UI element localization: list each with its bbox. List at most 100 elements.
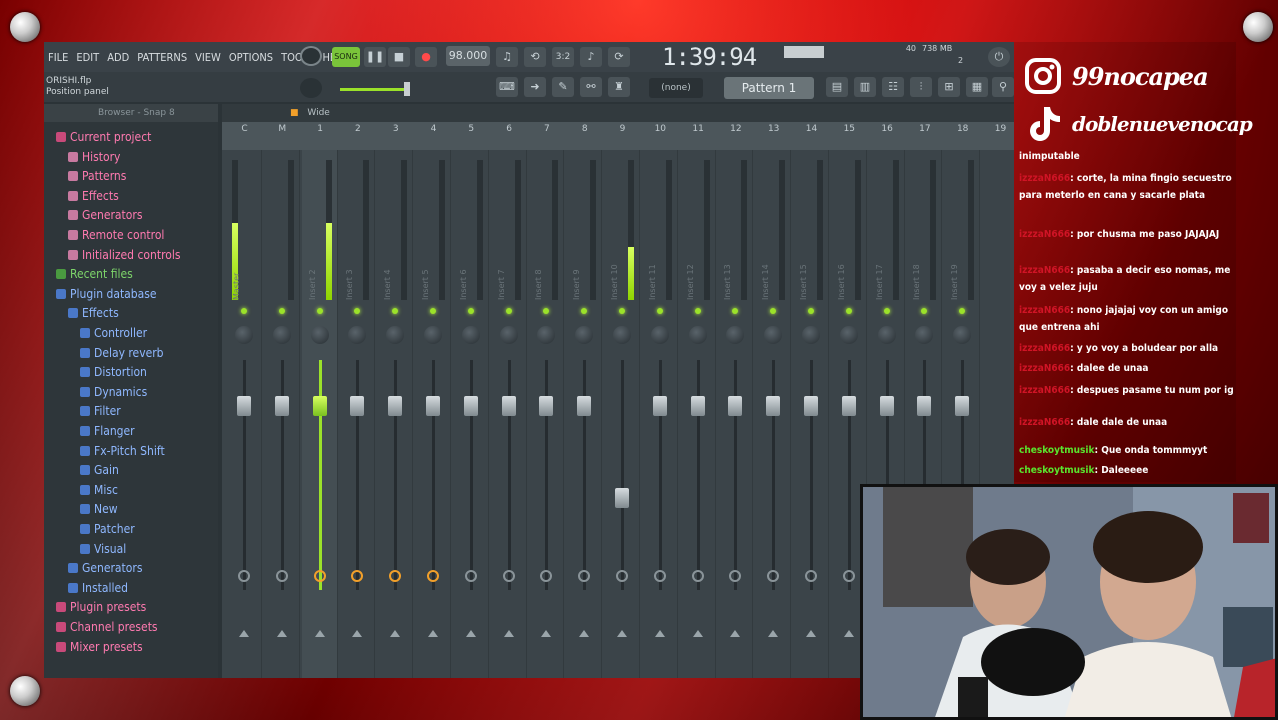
send-arrow-icon[interactable] xyxy=(806,630,816,637)
send-arrow-icon[interactable] xyxy=(276,630,287,637)
mixer-track[interactable]: Master xyxy=(226,150,262,678)
browser-item-new[interactable]: New xyxy=(80,500,118,518)
snap-selector[interactable]: (none) xyxy=(649,78,703,98)
track-enable-led[interactable] xyxy=(808,308,814,314)
browser-item-misc[interactable]: Misc xyxy=(80,481,118,499)
route-icon[interactable] xyxy=(540,570,553,582)
volume-fader[interactable] xyxy=(804,396,818,416)
mixer-track[interactable]: Insert 3 xyxy=(339,150,376,678)
pan-knob[interactable] xyxy=(386,326,405,344)
mixer-track[interactable]: Insert 4 xyxy=(377,150,414,678)
volume-fader[interactable] xyxy=(766,396,781,416)
volume-fader[interactable] xyxy=(426,396,440,416)
track-enable-led[interactable] xyxy=(694,308,701,314)
pan-knob[interactable] xyxy=(877,326,896,344)
pan-knob[interactable] xyxy=(348,326,367,344)
route-icon[interactable] xyxy=(691,570,704,582)
browser-item-current-project[interactable]: Current project xyxy=(56,128,151,146)
track-enable-led[interactable] xyxy=(921,308,928,314)
track-enable-led[interactable] xyxy=(241,308,247,314)
volume-fader[interactable] xyxy=(274,396,289,416)
mixer-track[interactable]: Insert 6 xyxy=(453,150,489,678)
mixer-track[interactable]: Insert 13 xyxy=(717,150,754,678)
pan-knob[interactable] xyxy=(764,326,783,344)
browser-tree-icon[interactable]: ⊞ xyxy=(938,77,960,97)
pattern-selector[interactable]: Pattern 1 xyxy=(724,77,814,99)
send-arrow-icon[interactable] xyxy=(352,630,363,637)
track-enable-led[interactable] xyxy=(278,308,285,314)
volume-fader[interactable] xyxy=(615,488,629,508)
route-icon[interactable] xyxy=(578,570,591,582)
track-enable-led[interactable] xyxy=(354,308,361,314)
track-enable-led[interactable] xyxy=(392,308,399,314)
mixer-track[interactable]: Insert 8 xyxy=(528,150,565,678)
volume-fader[interactable] xyxy=(577,396,592,416)
send-arrow-icon[interactable] xyxy=(428,630,438,637)
metronome-icon[interactable]: ♫ xyxy=(496,47,518,67)
pan-knob[interactable] xyxy=(726,326,745,344)
pan-knob[interactable] xyxy=(915,326,934,344)
pan-knob[interactable] xyxy=(235,326,253,344)
volume-fader[interactable] xyxy=(312,396,327,416)
pan-knob[interactable] xyxy=(613,326,631,344)
mixer-track[interactable]: Insert 2 xyxy=(301,150,338,678)
route-icon[interactable] xyxy=(616,570,628,582)
browser-item-initialized-controls[interactable]: Initialized controls xyxy=(68,246,180,264)
send-arrow-icon[interactable] xyxy=(654,630,665,637)
send-arrow-icon[interactable] xyxy=(390,630,401,637)
track-enable-led[interactable] xyxy=(619,308,625,314)
menu-file[interactable]: FILE xyxy=(44,51,72,64)
volume-fader[interactable] xyxy=(841,396,856,416)
mixer-track[interactable]: Insert 12 xyxy=(680,150,716,678)
mixer-view-label[interactable]: Wide xyxy=(307,108,329,118)
volume-fader[interactable] xyxy=(917,396,932,416)
browser-item-mixer-presets[interactable]: Mixer presets xyxy=(56,638,143,656)
volume-fader[interactable] xyxy=(388,396,403,416)
channel-rack-icon[interactable]: ☷ xyxy=(882,77,904,97)
browser-item-generators[interactable]: Generators xyxy=(68,559,142,577)
send-arrow-icon[interactable] xyxy=(465,630,476,637)
browser-item-visual[interactable]: Visual xyxy=(80,540,126,558)
menu-options[interactable]: OPTIONS xyxy=(225,51,277,64)
pan-knob[interactable] xyxy=(310,326,329,344)
pan-knob[interactable] xyxy=(650,326,669,344)
pan-knob[interactable] xyxy=(802,326,820,344)
send-arrow-icon[interactable] xyxy=(541,630,552,637)
tempo-display[interactable]: 98.000 xyxy=(446,46,490,66)
pan-knob[interactable] xyxy=(575,326,594,344)
track-enable-led[interactable] xyxy=(883,308,890,314)
send-arrow-icon[interactable] xyxy=(617,630,627,637)
route-icon[interactable] xyxy=(805,570,817,582)
browser-item-generators[interactable]: Generators xyxy=(68,206,142,224)
track-enable-led[interactable] xyxy=(430,308,436,314)
browser-item-remote-control[interactable]: Remote control xyxy=(68,226,164,244)
volume-fader[interactable] xyxy=(539,396,554,416)
menu-add[interactable]: ADD xyxy=(103,51,133,64)
pitch-knob[interactable] xyxy=(300,78,322,98)
pan-knob[interactable] xyxy=(537,326,556,344)
master-volume-knob[interactable] xyxy=(300,46,322,66)
route-icon[interactable] xyxy=(464,570,477,582)
track-enable-led[interactable] xyxy=(543,308,550,314)
view-icon[interactable]: ■ xyxy=(290,108,299,118)
power-icon[interactable]: ⏻ xyxy=(988,47,1010,67)
mixer-track[interactable]: Insert 14 xyxy=(755,150,792,678)
volume-fader[interactable] xyxy=(879,396,894,416)
track-enable-led[interactable] xyxy=(959,308,966,314)
mixer-track[interactable]: Insert 15 xyxy=(793,150,829,678)
browser-item-filter[interactable]: Filter xyxy=(80,402,121,420)
volume-fader[interactable] xyxy=(652,396,667,416)
route-icon[interactable] xyxy=(502,570,515,582)
wait-icon[interactable]: ⟲ xyxy=(524,47,546,67)
browser-item-effects[interactable]: Effects xyxy=(68,304,119,322)
track-enable-led[interactable] xyxy=(845,308,852,314)
route-icon[interactable] xyxy=(767,570,780,582)
browser-item-patcher[interactable]: Patcher xyxy=(80,520,135,538)
track-enable-led[interactable] xyxy=(467,308,474,314)
send-arrow-icon[interactable] xyxy=(692,630,703,637)
route-icon[interactable] xyxy=(427,570,439,582)
pause-button[interactable]: ❚❚ xyxy=(364,47,386,67)
route-icon[interactable] xyxy=(275,570,288,582)
send-arrow-icon[interactable] xyxy=(579,630,590,637)
browser-item-installed[interactable]: Installed xyxy=(68,579,128,597)
